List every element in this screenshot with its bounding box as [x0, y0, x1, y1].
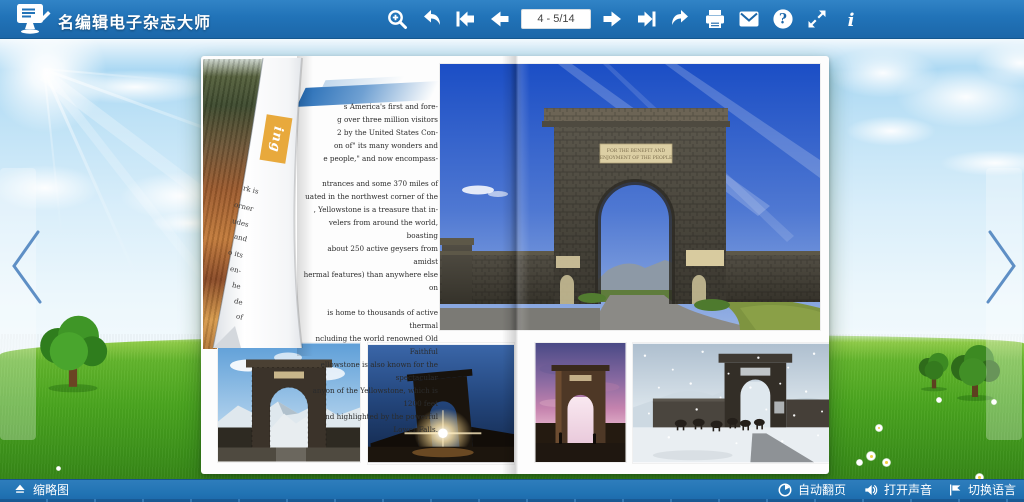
cloud — [55, 70, 215, 104]
daisy-flower — [882, 458, 891, 467]
sound-toggle-button[interactable]: 打开声音 — [863, 480, 932, 499]
cloud — [846, 116, 936, 146]
first-page-icon — [453, 7, 477, 31]
email-button[interactable] — [737, 7, 761, 31]
magazine-spread: s America's first and fore- g over three… — [201, 56, 829, 474]
section-tab-label: ing — [267, 125, 286, 154]
main-photo-roosevelt-arch: FOR THE BENEFIT AND ENJOYMENT OF THE PEO… — [440, 64, 820, 330]
svg-text:i: i — [848, 10, 855, 31]
next-page-icon — [601, 7, 625, 31]
last-page-icon — [635, 7, 659, 31]
fullscreen-button[interactable] — [805, 7, 829, 31]
fullscreen-icon — [805, 7, 829, 31]
toolbar-buttons: 4 - 5/14 — [385, 0, 863, 38]
daisy-flower — [856, 459, 863, 466]
thumbnail-toggle-icon — [12, 482, 28, 498]
tree-graphic — [32, 314, 114, 394]
previous-page-button[interactable] — [487, 7, 511, 31]
sound-label: 打开声音 — [884, 481, 932, 498]
language-switch-button[interactable]: 切换语言 — [947, 480, 1016, 499]
redo-icon — [669, 7, 693, 31]
language-label: 切换语言 — [968, 481, 1016, 498]
daisy-flower — [936, 397, 942, 403]
daisy-flower — [56, 466, 61, 471]
auto-flip-button[interactable]: 自动翻页 — [777, 480, 846, 499]
flipbook-app: s America's first and fore- g over three… — [0, 0, 1024, 502]
thumbnail-label: 缩略图 — [33, 481, 69, 498]
bottom-bar: 缩略图 自动翻页 打开声音 切换语言 — [0, 479, 1024, 502]
undo-icon — [419, 7, 443, 31]
auto-flip-icon — [777, 482, 793, 498]
svg-text:?: ? — [779, 12, 787, 28]
flag-icon — [947, 482, 963, 498]
next-page-button[interactable] — [601, 7, 625, 31]
plaque-line-2: ENJOYMENT OF THE PEOPLE — [600, 155, 673, 161]
chevron-left-icon[interactable] — [6, 228, 48, 306]
daisy-flower — [875, 424, 883, 432]
chevron-right-icon[interactable] — [980, 228, 1022, 306]
thumbnail-panel-toggle[interactable]: 缩略图 — [12, 480, 69, 499]
redo-button[interactable] — [669, 7, 693, 31]
print-button[interactable] — [703, 7, 727, 31]
info-button[interactable]: i — [839, 7, 863, 31]
undo-button[interactable] — [419, 7, 443, 31]
zoom-in-button[interactable] — [385, 7, 409, 31]
top-toolbar: 名编辑电子杂志大师 — [0, 0, 1024, 39]
info-icon: i — [839, 7, 863, 31]
last-page-button[interactable] — [635, 7, 659, 31]
speaker-icon — [863, 482, 879, 498]
print-icon — [703, 7, 727, 31]
page-indicator[interactable]: 4 - 5/14 — [521, 9, 591, 29]
thumbnail-photo-4 — [633, 343, 829, 463]
previous-page-icon — [487, 7, 511, 31]
page-curl[interactable] — [201, 56, 331, 356]
tree — [32, 314, 114, 394]
text-line: ellowstone is also known for the spectac… — [301, 358, 438, 384]
plaque-line-1: FOR THE BENEFIT AND — [607, 148, 666, 154]
app-logo-icon — [12, 2, 56, 36]
thumbnail-photo-3 — [535, 343, 626, 462]
zoom-in-icon — [385, 7, 409, 31]
auto-flip-label: 自动翻页 — [798, 481, 846, 498]
text-line: nd highlighted by the powerful Lower Fal… — [301, 410, 438, 436]
text-line: anyon of the Yellowstone, which is 1200 … — [301, 384, 438, 410]
email-icon — [737, 7, 761, 31]
daisy-flower — [866, 451, 876, 461]
app-title: 名编辑电子杂志大师 — [58, 9, 211, 33]
first-page-button[interactable] — [453, 7, 477, 31]
help-icon: ? — [771, 7, 795, 31]
help-button[interactable]: ? — [771, 7, 795, 31]
